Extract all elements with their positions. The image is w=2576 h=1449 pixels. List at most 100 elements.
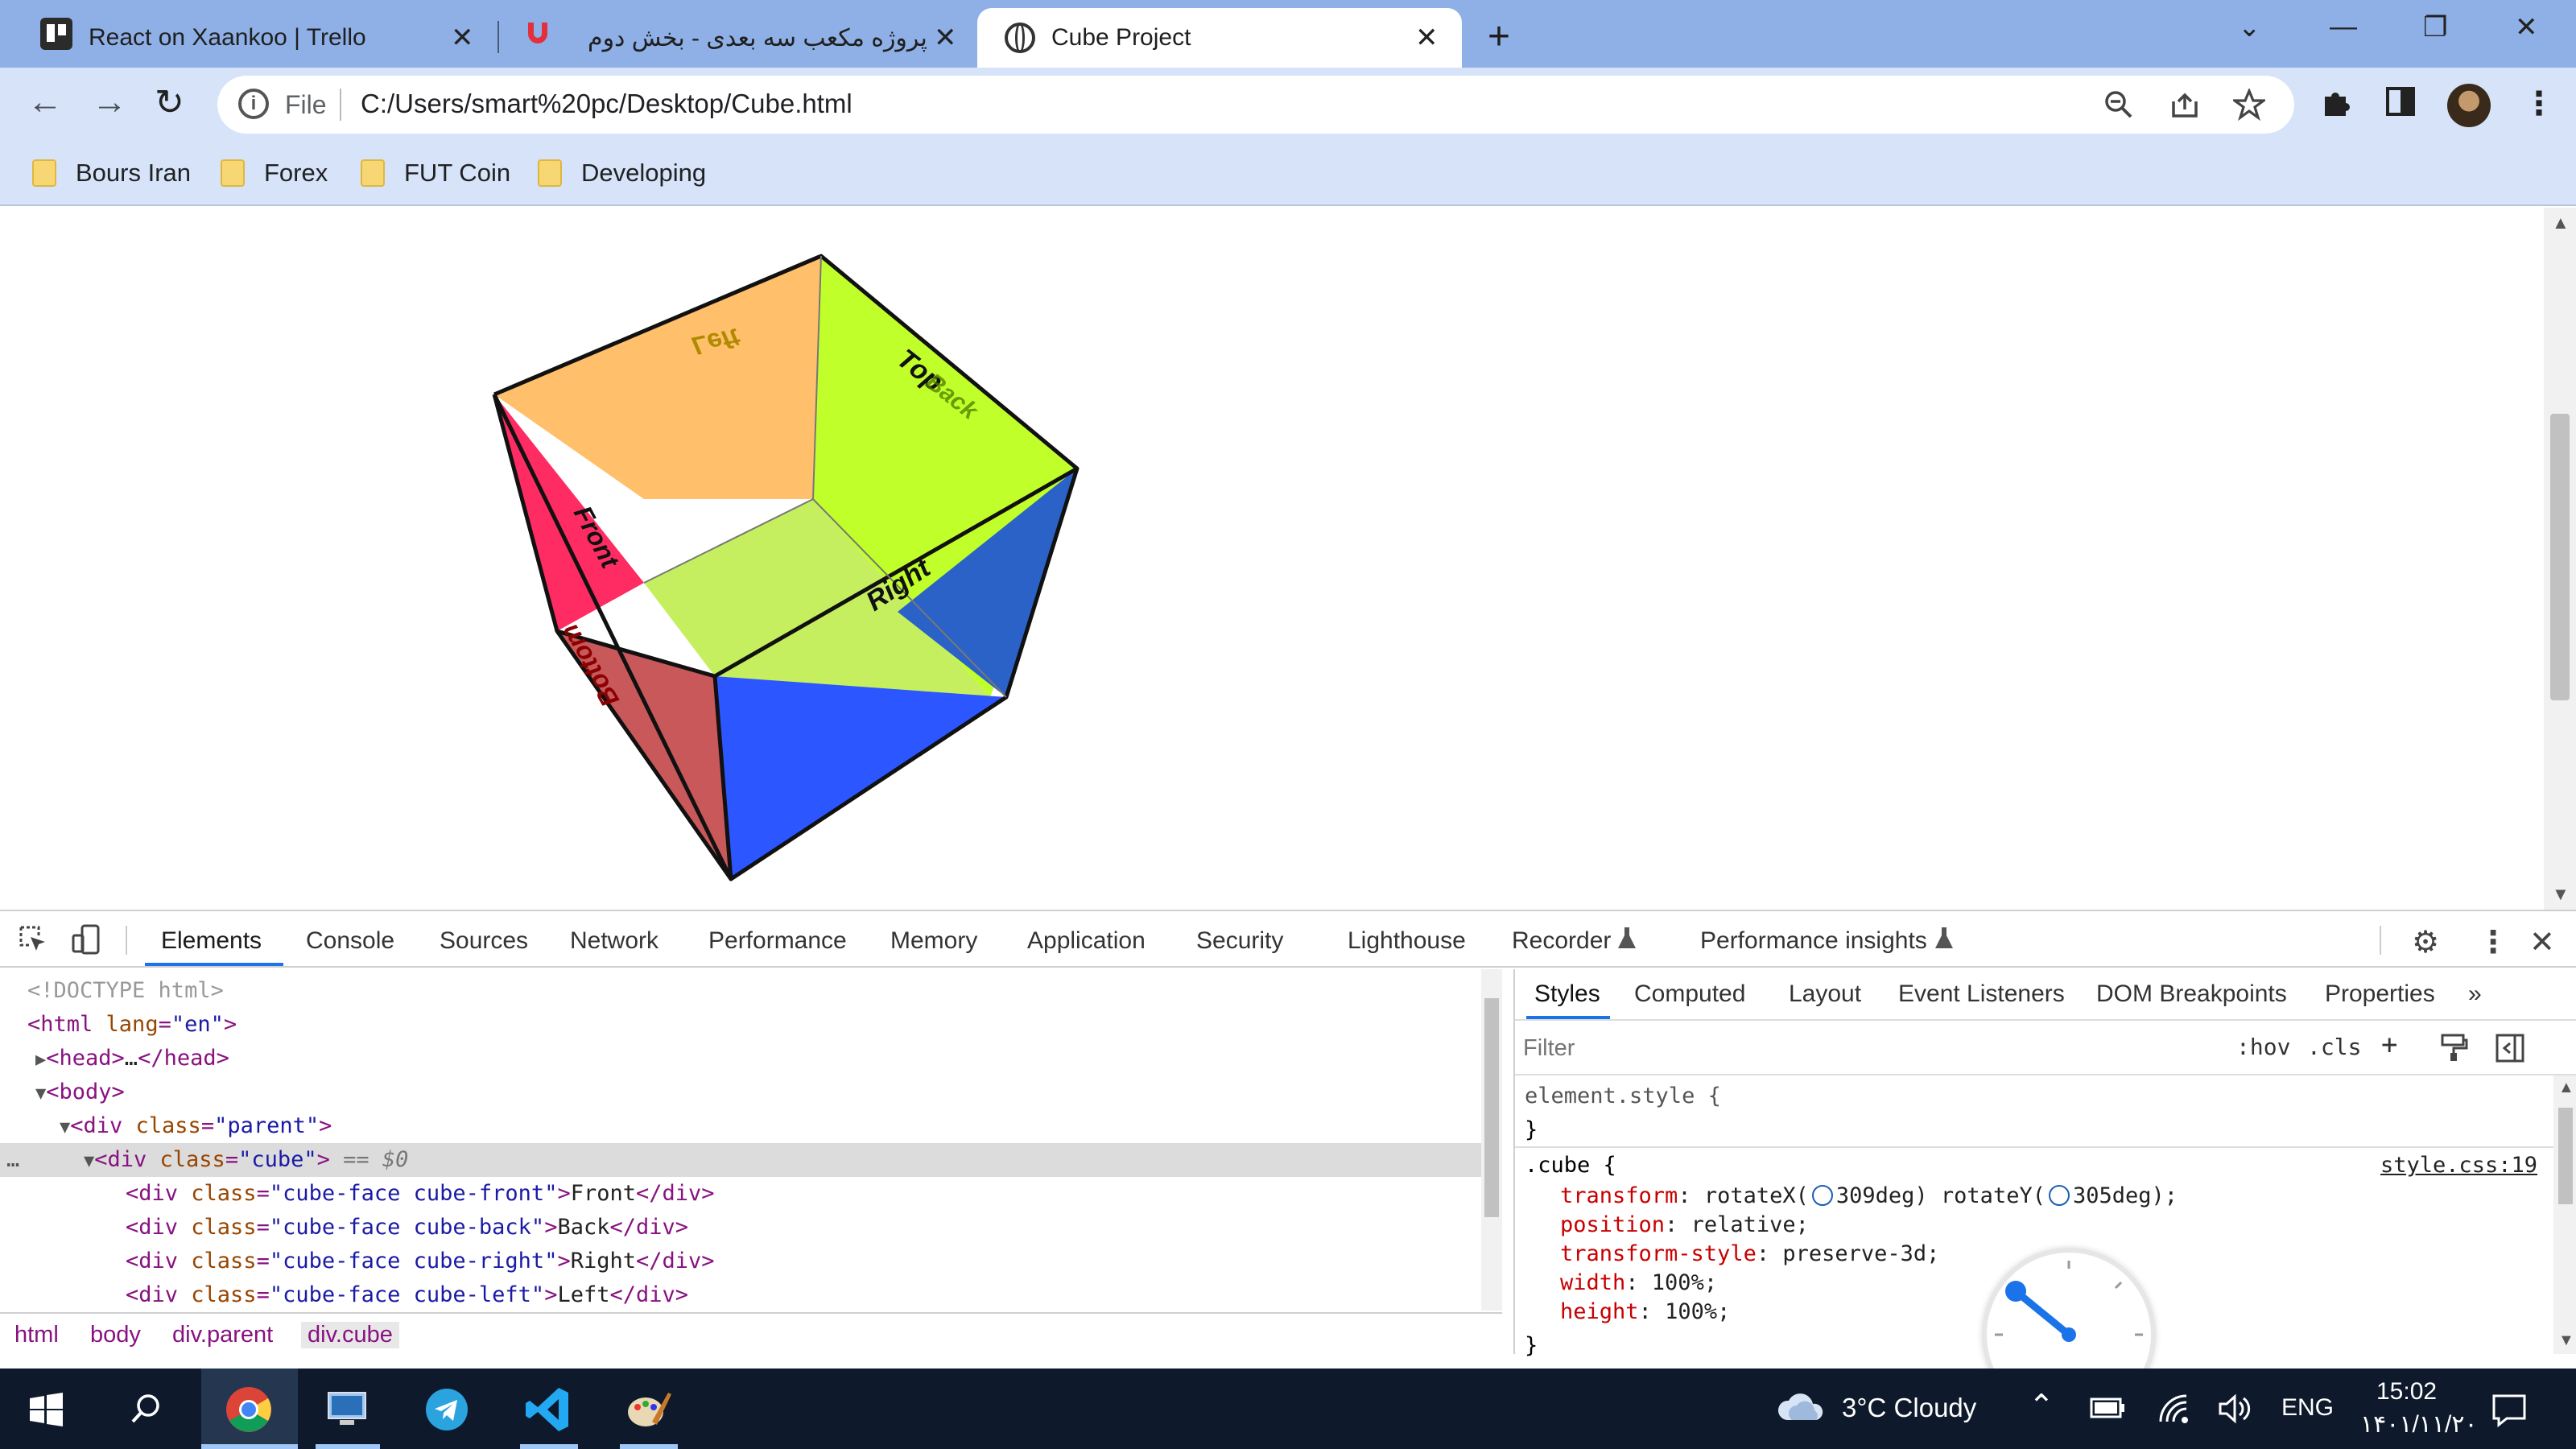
weather-text[interactable]: 3°C Cloudy [1842,1393,1976,1423]
tab-dom-breakpoints[interactable]: DOM Breakpoints [2096,980,2287,1008]
search-icon[interactable] [118,1381,174,1438]
tab-trello[interactable]: React on Xaankoo | Trello ✕ [0,8,491,68]
dom-node[interactable]: <div class="cube-face cube-back">Back</d… [0,1211,1481,1245]
dom-node[interactable]: <div class="cube-face cube-left">Left</d… [0,1278,1481,1311]
collapse-arrow-icon[interactable]: ▼ [35,1084,46,1104]
scroll-up-icon[interactable]: ▲ [2558,1079,2574,1097]
vscode-icon[interactable] [520,1381,576,1438]
scrollbar-thumb[interactable] [1484,998,1499,1217]
tab-recorder[interactable]: Recorder [1512,927,1611,955]
device-toolbar-icon[interactable] [71,924,101,963]
tab-security[interactable]: Security [1196,927,1283,955]
wifi-icon[interactable] [2157,1393,2191,1429]
minimize-button[interactable]: — [2330,11,2357,43]
css-declaration[interactable]: height: 100%; [1560,1299,1730,1324]
clock-date[interactable]: ۱۴۰۱/۱۱/۲۰ [2360,1410,2478,1439]
tab-console[interactable]: Console [306,927,394,955]
breadcrumb-item[interactable]: body [90,1322,141,1348]
tab-sources[interactable]: Sources [440,927,528,955]
bookmark-folder[interactable]: Developing [538,155,706,192]
telegram-icon[interactable] [419,1381,475,1438]
breadcrumb-item[interactable]: html [14,1322,59,1348]
extensions-icon[interactable] [2320,85,2352,126]
zoom-out-icon[interactable] [2103,89,2135,129]
scrollbar-thumb[interactable] [2550,414,2570,700]
toggle-sidebar-icon[interactable] [2496,1034,2524,1067]
tab-performance-insights[interactable]: Performance insights [1700,927,1927,955]
input-language[interactable]: ENG [2281,1394,2334,1422]
clock-time[interactable]: 15:02 [2376,1378,2437,1406]
bookmark-folder[interactable]: Bours Iran [32,155,191,192]
scroll-down-icon[interactable]: ▼ [2558,1331,2574,1350]
bookmark-folder[interactable]: FUT Coin [361,155,510,192]
battery-icon[interactable] [2088,1394,2127,1426]
new-rule-button[interactable]: + [2381,1029,2397,1061]
close-icon[interactable]: ✕ [451,22,474,54]
tab-memory[interactable]: Memory [890,927,977,955]
tab-event-listeners[interactable]: Event Listeners [1898,980,2065,1008]
tab-layout[interactable]: Layout [1789,980,1861,1008]
reload-button[interactable]: ↻ [155,82,184,123]
close-icon[interactable]: ✕ [1415,22,1439,54]
dom-node[interactable]: ▶<head>…</head> [0,1042,1481,1075]
dom-node[interactable]: <!DOCTYPE html> [0,974,1481,1008]
tab-search-icon[interactable]: ⌄ [2238,11,2261,43]
css-source-link[interactable]: style.css:19 [2380,1153,2537,1178]
class-toggle-button[interactable]: .cls [2307,1034,2361,1060]
settings-gear-icon[interactable]: ⚙ [2412,924,2439,960]
address-bar[interactable]: i File C:/Users/smart%20pc/Desktop/Cube.… [217,76,2294,134]
volume-icon[interactable] [2217,1393,2254,1429]
window-close-button[interactable]: ✕ [2515,11,2538,43]
profile-avatar[interactable] [2447,84,2491,127]
tab-lighthouse[interactable]: Lighthouse [1348,927,1466,955]
css-declaration-transform[interactable]: transform: rotateX(309deg) rotateY(305de… [1560,1183,2178,1208]
angle-editor-icon[interactable] [2048,1185,2070,1206]
paint-roller-icon[interactable] [2441,1034,2468,1067]
cloud-weather-icon[interactable] [1776,1388,1827,1430]
notification-icon[interactable] [2491,1391,2528,1432]
angle-editor-icon[interactable] [1811,1185,1833,1206]
tab-cube-article[interactable]: پروژه مکعب سه بعدی - بخش دوم ✕ [499,8,974,68]
restore-button[interactable]: ❐ [2423,11,2447,43]
collapse-arrow-icon[interactable]: ▼ [84,1151,94,1171]
tab-performance[interactable]: Performance [708,927,847,955]
inspect-element-icon[interactable] [18,924,48,963]
page-scrollbar[interactable]: ▲ ▼ [2544,208,2576,910]
tab-cube-project[interactable]: Cube Project ✕ [977,8,1462,68]
dom-node[interactable]: <html lang="en"> [0,1008,1481,1042]
more-tabs-icon[interactable]: » [2468,980,2482,1008]
chrome-taskbar-button[interactable] [201,1368,298,1449]
back-button[interactable]: ← [27,82,63,122]
elements-tree[interactable]: <!DOCTYPE html> <html lang="en"> ▶<head>… [0,969,1481,1311]
css-declaration[interactable]: transform-style: preserve-3d; [1560,1241,1939,1266]
ellipsis-icon[interactable]: … [6,1143,19,1177]
hover-state-button[interactable]: :hov [2236,1034,2290,1060]
close-icon[interactable]: ✕ [934,22,957,54]
tab-computed[interactable]: Computed [1634,980,1745,1008]
scroll-down-icon[interactable]: ▼ [2552,884,2570,905]
chevron-up-icon[interactable]: ⌃ [2029,1388,2054,1424]
paint-app-icon[interactable] [620,1381,676,1438]
forward-button[interactable]: → [92,82,127,122]
remote-desktop-icon[interactable] [319,1381,375,1438]
expand-arrow-icon[interactable]: ▶ [35,1050,46,1070]
styles-scrollbar[interactable]: ▲ ▼ [2553,1075,2576,1354]
dom-node[interactable]: <div class="cube-face cube-right">Right<… [0,1245,1481,1278]
tab-network[interactable]: Network [570,927,658,955]
dom-node[interactable]: ▼<body> [0,1075,1481,1109]
css-declaration[interactable]: position: relative; [1560,1212,1809,1237]
menu-icon[interactable]: ⋮ [2523,85,2555,122]
css-selector[interactable]: .cube { [1525,1153,1616,1178]
dom-node[interactable]: ▼<div class="parent"> [0,1109,1481,1143]
breadcrumb-item[interactable]: div.parent [172,1322,273,1348]
bookmark-star-icon[interactable] [2231,87,2268,129]
new-tab-button[interactable]: + [1488,14,1510,59]
url-text[interactable]: C:/Users/smart%20pc/Desktop/Cube.html [361,89,852,119]
elements-scrollbar[interactable] [1481,969,1502,1311]
bookmark-folder[interactable]: Forex [221,155,328,192]
more-options-icon[interactable]: ⋮ [2478,924,2508,960]
css-declaration[interactable]: width: 100%; [1560,1270,1717,1295]
side-panel-icon[interactable] [2384,85,2417,126]
windows-start-icon[interactable] [18,1381,74,1438]
styles-filter-input[interactable] [1523,1029,2223,1067]
